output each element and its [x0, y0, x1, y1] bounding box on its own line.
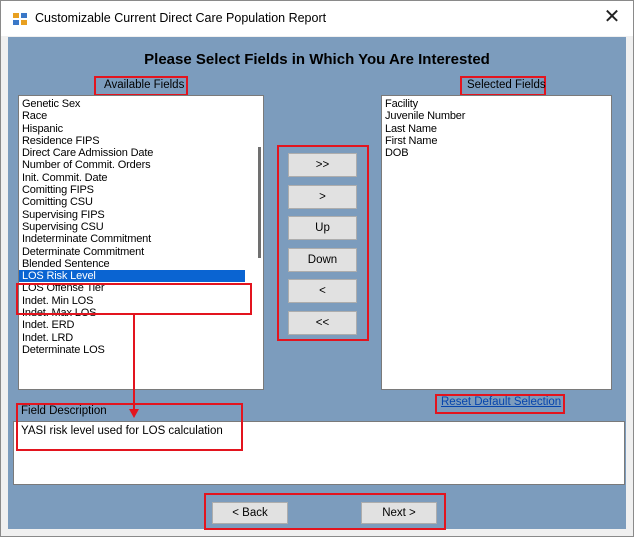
list-item[interactable]: Determinate Commitment	[19, 246, 263, 258]
add-button[interactable]: >	[288, 185, 357, 209]
window-title: Customizable Current Direct Care Populat…	[35, 11, 327, 25]
list-item[interactable]: Blended Sentence	[19, 258, 263, 270]
selected-fields-list[interactable]: Facility Juvenile Number Last Name First…	[381, 95, 612, 390]
list-item[interactable]: Facility	[382, 98, 611, 110]
remove-all-button[interactable]: <<	[288, 311, 357, 335]
move-down-button[interactable]: Down	[288, 248, 357, 272]
next-button[interactable]: Next >	[361, 502, 437, 524]
list-item[interactable]: Direct Care Admission Date	[19, 147, 263, 159]
back-button[interactable]: < Back	[212, 502, 288, 524]
list-item[interactable]: Comitting CSU	[19, 196, 263, 208]
selected-item-highlight	[16, 283, 252, 315]
field-description-highlight	[16, 403, 243, 451]
remove-button[interactable]: <	[288, 279, 357, 303]
selected-fields-label: Selected Fields	[467, 79, 546, 91]
reset-default-selection-link[interactable]: Reset Default Selection	[441, 396, 561, 408]
list-scrollbar-thumb[interactable]	[258, 147, 261, 258]
list-item[interactable]: Genetic Sex	[19, 98, 263, 110]
list-item-selected[interactable]: LOS Risk Level	[19, 270, 245, 283]
list-item[interactable]: Last Name	[382, 123, 611, 135]
app-window-icon	[13, 13, 27, 25]
list-item[interactable]: Indet. ERD	[19, 319, 263, 331]
list-item[interactable]: Number of Commit. Orders	[19, 159, 263, 171]
add-all-button[interactable]: >>	[288, 153, 357, 177]
list-item[interactable]: Supervising CSU	[19, 221, 263, 233]
list-item[interactable]: Supervising FIPS	[19, 209, 263, 221]
list-item[interactable]: Residence FIPS	[19, 135, 263, 147]
list-item[interactable]: Indet. LRD	[19, 332, 263, 344]
list-item[interactable]: Determinate LOS	[19, 344, 263, 356]
available-fields-list[interactable]: Genetic Sex Race Hispanic Residence FIPS…	[18, 95, 264, 390]
list-item[interactable]: First Name	[382, 135, 611, 147]
list-item[interactable]: Hispanic	[19, 123, 263, 135]
title-bar: Customizable Current Direct Care Populat…	[1, 1, 633, 36]
move-up-button[interactable]: Up	[288, 216, 357, 240]
list-item[interactable]: Init. Commit. Date	[19, 172, 263, 184]
list-item[interactable]: Race	[19, 110, 263, 122]
available-fields-label: Available Fields	[104, 79, 185, 91]
list-item[interactable]: Indeterminate Commitment	[19, 233, 263, 245]
close-icon[interactable]: ✕	[593, 1, 631, 35]
list-item[interactable]: Comitting FIPS	[19, 184, 263, 196]
page-title: Please Select Fields in Which You Are In…	[144, 51, 490, 68]
list-item[interactable]: DOB	[382, 147, 611, 159]
list-item[interactable]: Juvenile Number	[382, 110, 611, 122]
